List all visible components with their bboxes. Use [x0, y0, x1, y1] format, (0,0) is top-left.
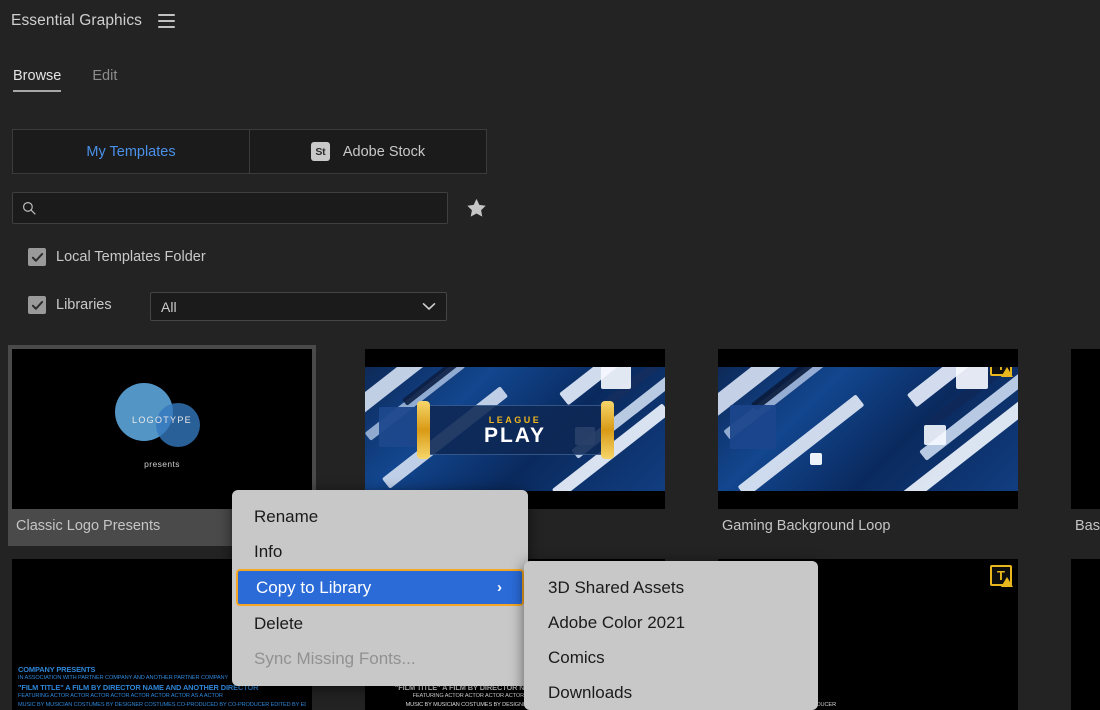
chevron-down-icon [422, 302, 436, 310]
search-row [12, 192, 488, 224]
template-name: Gaming Background Loop [722, 518, 891, 534]
submenu-item-downloads[interactable]: Downloads [524, 675, 818, 710]
thumbnail: COMPANY PRESENTS IN ASSOCIATION WITH PAR… [1071, 559, 1100, 710]
adobe-stock-button[interactable]: St Adobe Stock [249, 129, 487, 174]
essential-graphics-panel: Essential Graphics Browse Edit My Templa… [0, 0, 1100, 710]
menu-item-rename[interactable]: Rename [232, 499, 528, 534]
search-icon [22, 201, 36, 215]
adobe-stock-label: Adobe Stock [342, 143, 426, 160]
tab-edit[interactable]: Edit [92, 68, 117, 92]
play-label: PLAY [483, 423, 547, 447]
main-tabs: Browse Edit [13, 68, 117, 92]
league-label: LEAGUE [488, 414, 542, 425]
template-name: Basic Lower Third [1075, 518, 1100, 534]
game-art [718, 349, 1018, 509]
submenu-item-adobe-color-2021[interactable]: Adobe Color 2021 [524, 605, 818, 640]
libraries-checkbox[interactable] [28, 296, 46, 314]
local-templates-checkbox[interactable] [28, 248, 46, 266]
library-select[interactable]: All [150, 292, 447, 321]
league-plaque: LEAGUE PLAY [427, 405, 603, 455]
template-row: LOGOTYPE presents Classic Logo Presents [8, 345, 1100, 546]
logo-subtext: presents [144, 459, 180, 469]
credits-art: COMPANY PRESENTS IN ASSOCIATION WITH PAR… [1071, 559, 1100, 710]
hamburger-icon[interactable] [158, 14, 176, 28]
menu-item-delete[interactable]: Delete [232, 606, 528, 641]
library-select-value: All [161, 298, 177, 315]
game-art: LEAGUE PLAY [365, 349, 665, 509]
check-icon [31, 252, 43, 262]
panel-header: Essential Graphics [0, 0, 1100, 42]
thumbnail: LEAGUE PLAY [365, 349, 665, 509]
check-icon [31, 300, 43, 310]
thumbnail: Your Name Here Second Line Is Smaller [1071, 349, 1100, 509]
menu-item-sync-missing-fonts: Sync Missing Fonts... [254, 648, 416, 668]
libraries-label: Libraries [56, 297, 112, 313]
local-templates-label: Local Templates Folder [56, 249, 206, 265]
tab-browse[interactable]: Browse [13, 68, 62, 92]
lower-third-art: Your Name Here Second Line Is Smaller [1071, 349, 1100, 509]
thumbnail: T [718, 349, 1018, 509]
template-card-gaming-background[interactable]: T Gaming Background Loop [714, 345, 1022, 546]
page-title: Essential Graphics [11, 12, 143, 29]
submenu-item-comics[interactable]: Comics [524, 640, 818, 675]
menu-item-copy-to-library[interactable]: Copy to Library › [236, 569, 524, 606]
template-card-basic-lower-third[interactable]: Your Name Here Second Line Is Smaller Ba… [1067, 345, 1100, 546]
search-box[interactable] [12, 192, 448, 224]
menu-item-label: Copy to Library [256, 577, 372, 597]
libraries-row: Libraries [28, 296, 112, 314]
logo-text: LOGOTYPE [132, 415, 192, 425]
thumbnail: LOGOTYPE presents [12, 349, 312, 509]
missing-font-icon: T [990, 565, 1013, 587]
my-templates-button[interactable]: My Templates [12, 129, 249, 174]
source-toggle: My Templates St Adobe Stock [12, 129, 487, 174]
local-templates-row: Local Templates Folder [28, 248, 206, 266]
context-submenu: 3D Shared Assets Adobe Color 2021 Comics… [524, 561, 818, 710]
menu-item-info[interactable]: Info [232, 534, 528, 569]
search-input[interactable] [44, 200, 438, 216]
context-menu: Rename Info Copy to Library › Delete Syn… [232, 490, 528, 686]
adobe-stock-icon: St [310, 142, 330, 161]
chevron-right-icon: › [497, 579, 502, 596]
star-icon[interactable] [465, 197, 488, 219]
submenu-item-3d-shared-assets[interactable]: 3D Shared Assets [524, 570, 818, 605]
credits-text: COMPANY PRESENTS IN ASSOCIATION WITH PAR… [1077, 665, 1100, 710]
logo-art: LOGOTYPE presents [12, 349, 312, 509]
template-card-credits-4[interactable]: COMPANY PRESENTS IN ASSOCIATION WITH PAR… [1067, 555, 1100, 710]
my-templates-label: My Templates [86, 143, 176, 160]
